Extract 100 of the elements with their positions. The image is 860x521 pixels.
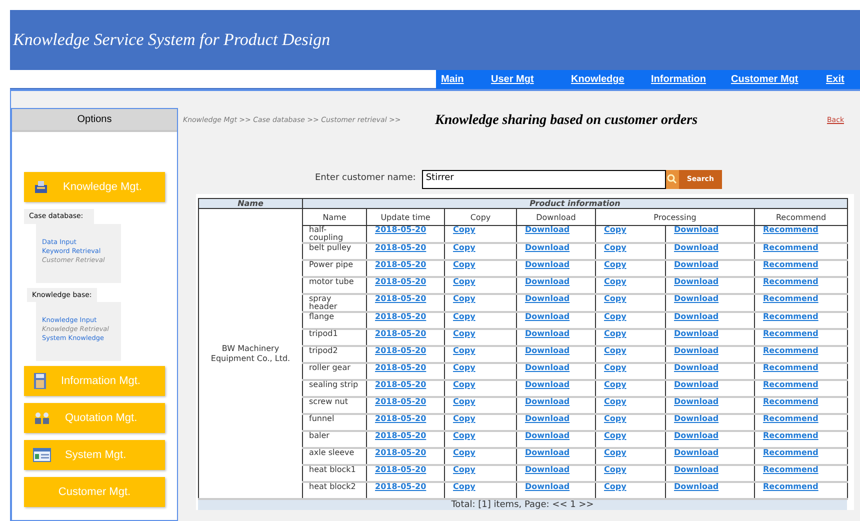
table-link[interactable]: Copy: [453, 347, 508, 355]
table-link[interactable]: Copy: [453, 381, 508, 389]
table-link[interactable]: Download: [525, 313, 587, 321]
table-link[interactable]: Copy: [453, 398, 508, 406]
table-link[interactable]: Download: [674, 244, 746, 252]
nav-link[interactable]: Information: [651, 72, 731, 87]
table-link[interactable]: Copy: [453, 295, 508, 303]
table-link[interactable]: Download: [525, 295, 587, 303]
table-link[interactable]: Download: [674, 347, 746, 355]
table-link[interactable]: Copy: [453, 364, 508, 372]
table-link[interactable]: Download: [674, 226, 746, 234]
table-link[interactable]: Recommend: [763, 449, 840, 457]
table-link[interactable]: Copy: [604, 449, 657, 457]
table-link[interactable]: 2018-05-20: [375, 313, 436, 321]
table-link[interactable]: Recommend: [763, 364, 840, 372]
table-link[interactable]: Copy: [604, 466, 657, 474]
table-link[interactable]: Copy: [604, 347, 657, 355]
table-link[interactable]: Download: [674, 449, 746, 457]
table-link[interactable]: Copy: [604, 244, 657, 252]
table-link[interactable]: Copy: [604, 330, 657, 338]
table-link[interactable]: Recommend: [763, 226, 840, 234]
table-link[interactable]: 2018-05-20: [375, 432, 436, 440]
table-link[interactable]: Download: [674, 261, 746, 269]
table-link[interactable]: Copy: [604, 432, 657, 440]
table-link[interactable]: Download: [525, 261, 587, 269]
table-link[interactable]: 2018-05-20: [375, 244, 436, 252]
table-link[interactable]: Download: [525, 330, 587, 338]
table-link[interactable]: Recommend: [763, 347, 840, 355]
table-link[interactable]: 2018-05-20: [375, 261, 436, 269]
table-link[interactable]: Download: [525, 415, 587, 423]
table-link[interactable]: Recommend: [763, 432, 840, 440]
table-link[interactable]: 2018-05-20: [375, 381, 436, 389]
table-link[interactable]: Recommend: [763, 295, 840, 303]
table-link[interactable]: Recommend: [763, 483, 840, 491]
table-link[interactable]: Copy: [604, 483, 657, 491]
table-link[interactable]: Download: [674, 381, 746, 389]
nav-link[interactable]: Knowledge: [571, 72, 651, 87]
table-link[interactable]: Download: [525, 364, 587, 372]
table-link[interactable]: Recommend: [763, 313, 840, 321]
table-link[interactable]: Download: [674, 313, 746, 321]
table-link[interactable]: Recommend: [763, 398, 840, 406]
table-link[interactable]: Download: [674, 330, 746, 338]
table-link[interactable]: 2018-05-20: [375, 364, 436, 372]
table-link[interactable]: Recommend: [763, 466, 840, 474]
table-link[interactable]: Copy: [453, 449, 508, 457]
table-link[interactable]: Copy: [604, 415, 657, 423]
table-link[interactable]: Recommend: [763, 330, 840, 338]
nav-link[interactable]: Main: [441, 72, 491, 87]
table-link[interactable]: Copy: [604, 364, 657, 372]
table-link[interactable]: Recommend: [763, 381, 840, 389]
table-link[interactable]: Download: [525, 449, 587, 457]
table-link[interactable]: Copy: [453, 483, 508, 491]
table-link[interactable]: Copy: [604, 398, 657, 406]
table-link[interactable]: Copy: [453, 466, 508, 474]
table-link[interactable]: 2018-05-20: [375, 483, 436, 491]
table-link[interactable]: Copy: [453, 261, 508, 269]
table-link[interactable]: Download: [525, 381, 587, 389]
table-link[interactable]: Recommend: [763, 415, 840, 423]
table-link[interactable]: Download: [674, 364, 746, 372]
table-link[interactable]: Download: [525, 483, 587, 491]
table-link[interactable]: Download: [674, 295, 746, 303]
nav-link[interactable]: Exit: [826, 72, 856, 87]
table-link[interactable]: Copy: [453, 278, 508, 286]
table-link[interactable]: Download: [525, 398, 587, 406]
customer-name-field[interactable]: Stirrer: [422, 170, 666, 188]
table-link[interactable]: 2018-05-20: [375, 398, 436, 406]
table-link[interactable]: 2018-05-20: [375, 295, 436, 303]
table-link[interactable]: Copy: [604, 313, 657, 321]
table-link[interactable]: Copy: [604, 295, 657, 303]
nav-link[interactable]: Customer Mgt: [731, 72, 826, 87]
table-link[interactable]: Download: [525, 278, 587, 286]
table-link[interactable]: Download: [525, 226, 587, 234]
table-link[interactable]: Recommend: [763, 244, 840, 252]
table-link[interactable]: Copy: [604, 226, 657, 234]
table-link[interactable]: Download: [674, 483, 746, 491]
table-link[interactable]: 2018-05-20: [375, 449, 436, 457]
table-link[interactable]: Download: [674, 278, 746, 286]
table-link[interactable]: Recommend: [763, 278, 840, 286]
table-link[interactable]: 2018-05-20: [375, 415, 436, 423]
table-link[interactable]: Copy: [453, 330, 508, 338]
table-link[interactable]: Download: [525, 347, 587, 355]
table-link[interactable]: Download: [525, 466, 587, 474]
nav-link[interactable]: User Mgt: [491, 72, 571, 87]
table-link[interactable]: 2018-05-20: [375, 278, 436, 286]
table-link[interactable]: Download: [674, 466, 746, 474]
table-link[interactable]: 2018-05-20: [375, 330, 436, 338]
table-link[interactable]: Copy: [604, 261, 657, 269]
table-link[interactable]: 2018-05-20: [375, 466, 436, 474]
table-link[interactable]: Download: [674, 432, 746, 440]
table-link[interactable]: Recommend: [763, 261, 840, 269]
table-link[interactable]: Copy: [453, 432, 508, 440]
table-link[interactable]: Download: [525, 244, 587, 252]
table-link[interactable]: Download: [525, 432, 587, 440]
table-link[interactable]: Download: [674, 415, 746, 423]
table-link[interactable]: Copy: [453, 244, 508, 252]
table-link[interactable]: Download: [674, 398, 746, 406]
table-link[interactable]: 2018-05-20: [375, 226, 436, 234]
table-link[interactable]: Copy: [453, 415, 508, 423]
table-link[interactable]: 2018-05-20: [375, 347, 436, 355]
table-link[interactable]: Copy: [604, 278, 657, 286]
